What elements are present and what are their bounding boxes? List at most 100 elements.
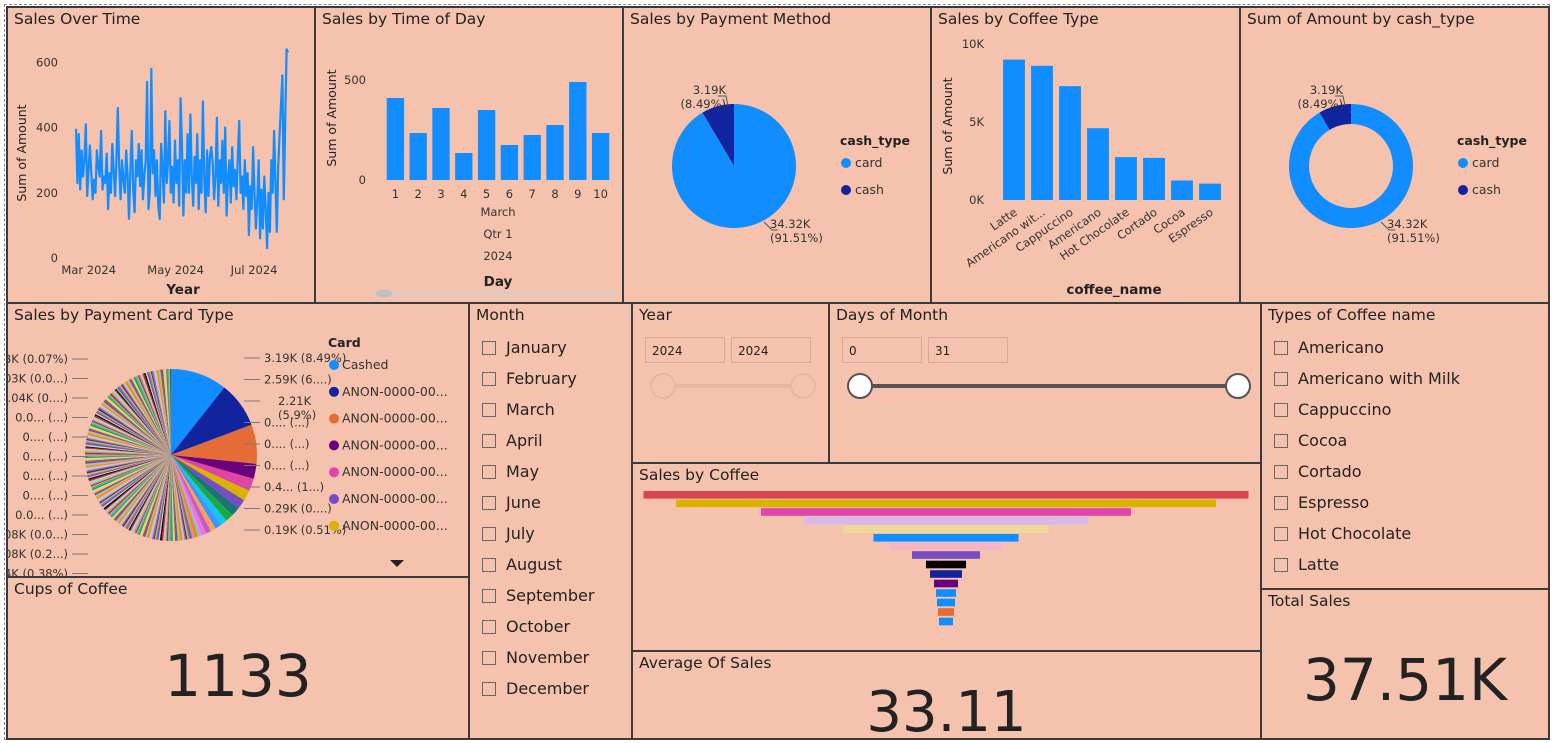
sum-by-cash-type-tile[interactable]: Sum of Amount by cash_type 3.19K (8.49%) 3… <box>1239 6 1550 304</box>
bar-day-8[interactable] <box>546 125 564 180</box>
funnel-bar-11[interactable] <box>936 589 956 597</box>
year-slicer-tile[interactable]: Year 2024 2024 <box>631 302 830 464</box>
bar-day-9[interactable] <box>569 82 587 180</box>
day-slider-start-handle[interactable] <box>847 373 873 399</box>
funnel-bar-0[interactable] <box>643 491 1249 499</box>
checkbox[interactable] <box>482 433 496 448</box>
checkbox[interactable] <box>482 340 496 355</box>
funnel-bar-4[interactable] <box>843 525 1049 533</box>
day-slider-end-handle[interactable] <box>1225 373 1251 399</box>
coffee-types-slicer-tile[interactable]: Types of Coffee name Americano Americano … <box>1260 302 1550 590</box>
sales-by-coffee-funnel[interactable] <box>633 464 1260 650</box>
bar-day-6[interactable] <box>500 145 519 180</box>
month-option-item[interactable]: October <box>482 611 594 642</box>
coffee-type-option-item[interactable]: Americano <box>1274 332 1460 363</box>
month-slicer-tile[interactable]: Month January February March April May June Ju… <box>468 302 633 740</box>
coffee-types-list[interactable]: Americano Americano with Milk Cappuccino Co… <box>1274 332 1460 580</box>
month-option-item[interactable]: March <box>482 394 594 425</box>
day-from-input[interactable]: 0 <box>842 337 922 363</box>
funnel-bar-12[interactable] <box>937 598 955 607</box>
day-range-slider[interactable] <box>830 366 1260 426</box>
legend-item[interactable]: ANON-0000-00... <box>342 411 448 426</box>
funnel-bar-14[interactable] <box>939 617 953 626</box>
coffee-type-option-item[interactable]: Cocoa <box>1274 425 1460 456</box>
legend-item[interactable]: ANON-0000-00... <box>342 464 448 479</box>
funnel-bar-7[interactable] <box>912 551 980 559</box>
month-option-item[interactable]: July <box>482 518 594 549</box>
sales-over-time-chart[interactable]: 0 200 400 600 Sum of Amount Mar 2024 May 2024 J… <box>8 8 314 302</box>
sales-by-card-type-tile[interactable]: Sales by Payment Card Type 3.19K (8.49%)… <box>6 302 470 579</box>
checkbox[interactable] <box>482 402 496 417</box>
bar-day-5[interactable] <box>477 110 496 180</box>
cash-type-slice-1[interactable] <box>672 104 796 228</box>
year-slider-end-handle[interactable] <box>790 373 816 399</box>
funnel-bar-2[interactable] <box>761 508 1131 516</box>
checkbox[interactable] <box>1274 371 1288 386</box>
month-option-item[interactable]: April <box>482 425 594 456</box>
sales-by-coffee-type-chart[interactable]: 0K5K10KSum of AmountLatteAmericano wit..… <box>932 8 1239 302</box>
sales-by-time-of-day-chart[interactable]: 0 500 Sum of Amount 1 2 3 4 5 6 7 8 9 10 March Qtr 1 20… <box>316 8 622 302</box>
legend-item[interactable]: ANON-0000-00... <box>342 491 448 506</box>
checkbox[interactable] <box>482 650 496 665</box>
bar-day-4[interactable] <box>455 153 473 180</box>
scrollbar-thumb[interactable] <box>376 290 392 297</box>
coffee-type-option-item[interactable]: Espresso <box>1274 487 1460 518</box>
checkbox[interactable] <box>482 557 496 572</box>
bar-coffee-3[interactable] <box>1087 128 1109 200</box>
checkbox[interactable] <box>1274 495 1288 510</box>
month-option-item[interactable]: June <box>482 487 594 518</box>
checkbox[interactable] <box>482 619 496 634</box>
month-option-item[interactable]: January <box>482 332 594 363</box>
bar-day-3[interactable] <box>432 108 450 180</box>
year-slider-start-handle[interactable] <box>650 373 676 399</box>
checkbox[interactable] <box>1274 433 1288 448</box>
bar-coffee-1[interactable] <box>1031 65 1053 200</box>
legend-item[interactable]: ANON-0000-00... <box>342 518 448 533</box>
funnel-bar-1[interactable] <box>676 499 1216 508</box>
year-to-input[interactable]: 2024 <box>731 337 811 363</box>
coffee-type-option-item[interactable]: Cappuccino <box>1274 394 1460 425</box>
sales-by-payment-method-chart[interactable]: 3.19K(8.49%) 34.32K(91.51%) cash_typecard c… <box>624 8 930 302</box>
month-option-item[interactable]: November <box>482 642 594 673</box>
legend-scroll-down-icon[interactable] <box>390 560 404 567</box>
checkbox[interactable] <box>482 371 496 386</box>
funnel-bar-3[interactable] <box>804 516 1088 525</box>
checkbox[interactable] <box>482 495 496 510</box>
checkbox[interactable] <box>1274 340 1288 355</box>
bar-day-7[interactable] <box>523 135 541 180</box>
funnel-bar-5[interactable] <box>873 534 1019 542</box>
sales-by-payment-method-tile[interactable]: Sales by Payment Method 3.19K (8.49%) 34.3… <box>622 6 932 304</box>
checkbox[interactable] <box>482 526 496 541</box>
bar-coffee-4[interactable] <box>1115 157 1137 200</box>
cash-type-slice-1[interactable] <box>1289 104 1413 228</box>
bar-coffee-2[interactable] <box>1059 86 1081 200</box>
sales-by-time-of-day-tile[interactable]: Sales by Time of Day 0 500 Sum of Amount 1 2… <box>314 6 624 304</box>
scrollbar-track[interactable] <box>376 290 618 297</box>
checkbox[interactable] <box>1274 402 1288 417</box>
bar-coffee-5[interactable] <box>1143 157 1165 200</box>
bar-coffee-6[interactable] <box>1171 180 1193 201</box>
year-range-slider[interactable] <box>633 366 828 426</box>
funnel-bar-8[interactable] <box>926 560 966 569</box>
checkbox[interactable] <box>1274 464 1288 479</box>
legend-item[interactable]: ANON-0000-00... <box>342 437 448 452</box>
checkbox[interactable] <box>482 464 496 479</box>
checkbox[interactable] <box>1274 557 1288 572</box>
sales-over-time-tile[interactable]: Sales Over Time 0 200 400 600 Sum of Amount M… <box>6 6 316 304</box>
coffee-type-option-item[interactable]: Latte <box>1274 549 1460 580</box>
day-to-input[interactable]: 31 <box>928 337 1008 363</box>
month-option-item[interactable]: February <box>482 363 594 394</box>
coffee-type-option-item[interactable]: Hot Chocolate <box>1274 518 1460 549</box>
month-slicer-list[interactable]: January February March April May June July Augu… <box>482 332 594 704</box>
days-of-month-slicer-tile[interactable]: Days of Month 0 31 <box>828 302 1262 464</box>
coffee-type-option-item[interactable]: Americano with Milk <box>1274 363 1460 394</box>
sales-by-card-type-chart[interactable]: 3.19K (8.49%)2.59K (6....)2.21K(5.9%)0..… <box>8 304 468 577</box>
funnel-bar-6[interactable] <box>889 542 1003 551</box>
sales-by-coffee-type-tile[interactable]: Sales by Coffee Type 0K 5K 10K Sum of Amoun… <box>930 6 1241 304</box>
year-from-input[interactable]: 2024 <box>645 337 725 363</box>
checkbox[interactable] <box>482 681 496 696</box>
bar-day-1[interactable] <box>386 98 405 180</box>
month-option-item[interactable]: May <box>482 456 594 487</box>
checkbox[interactable] <box>482 588 496 603</box>
funnel-bar-10[interactable] <box>934 579 958 588</box>
